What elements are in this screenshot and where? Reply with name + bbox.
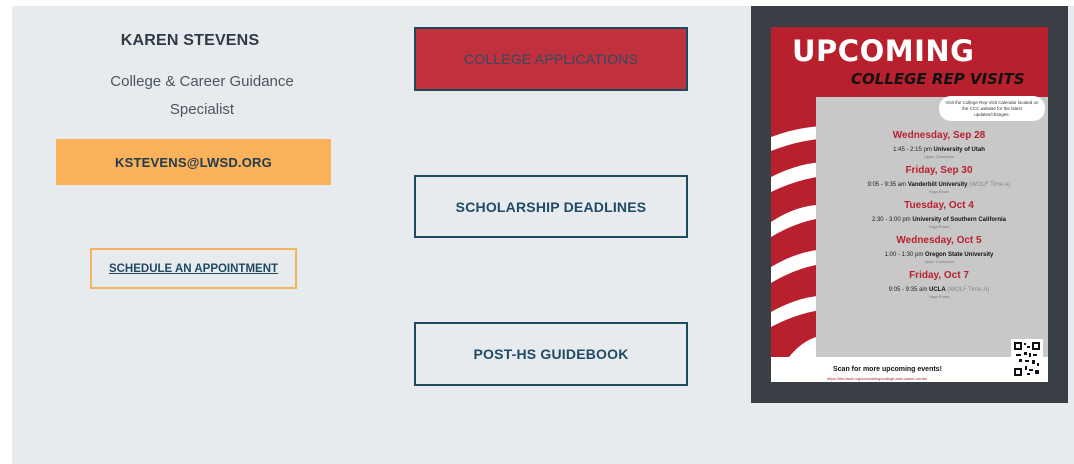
event-time: 1:45 - 2:15 pm: [893, 147, 932, 153]
event-time: 9:05 - 9:35 am: [867, 182, 907, 188]
event-time: 2:30 - 3:00 pm: [871, 217, 911, 223]
counselor-role: College & Career Guidance Specialist: [12, 68, 392, 124]
event-3: Tuesday, Oct 4 2:30 - 3:00 pm University…: [859, 199, 1019, 230]
event-school: Vanderbilt University: [907, 182, 968, 188]
role-line-2: Specialist: [169, 101, 235, 118]
schedule-appointment-link[interactable]: SCHEDULE AN APPOINTMENT: [109, 263, 278, 275]
email-button[interactable]: KSTEVENS@LWSD.ORG: [56, 139, 331, 185]
event-room: Upper Commons: [923, 154, 955, 159]
event-date: Wednesday, Oct 5: [896, 235, 982, 246]
event-1: Wednesday, Sep 28 1:45 - 2:15 pm Univers…: [859, 129, 1019, 160]
scholarship-deadlines-button[interactable]: SCHOLARSHIP DEADLINES: [414, 175, 688, 238]
post-hs-guidebook-button[interactable]: POST-HS GUIDEBOOK: [414, 322, 688, 386]
event-room: Yoga Room: [928, 189, 950, 194]
flyer-footer-url: https://lhs.lwsd.org/counseling/college-…: [827, 376, 928, 381]
event-room: Yoga Room: [928, 294, 950, 299]
event-school: University of Utah: [933, 147, 985, 153]
schedule-appointment-button[interactable]: SCHEDULE AN APPOINTMENT: [90, 248, 297, 289]
event-time: 9:05 - 9:35 am: [888, 287, 928, 293]
role-line-1: College & Career Guidance: [110, 73, 294, 90]
event-date: Tuesday, Oct 4: [904, 200, 974, 211]
flyer-note: Visit the College Rep Visit Calendar loc…: [939, 96, 1045, 121]
flyer-image: UPCOMING COLLEGE REP VISITS Visit the Co…: [771, 27, 1048, 382]
event-5: Friday, Oct 7 9:05 - 9:35 am UCLA (WOLF …: [859, 269, 1019, 300]
qr-code-icon: [1011, 339, 1043, 379]
event-2: Friday, Sep 30 9:05 - 9:35 am Vanderbilt…: [859, 164, 1019, 195]
event-date: Friday, Oct 7: [909, 270, 969, 281]
event-room: Yoga Room: [928, 224, 950, 229]
event-date: Wednesday, Sep 28: [892, 130, 986, 141]
event-school: Oregon State University: [925, 252, 994, 258]
event-time: 1:00 - 1:30 pm: [884, 252, 924, 258]
event-room: Upper Commons: [923, 259, 955, 264]
event-extra: (WOLF Time-A): [947, 287, 990, 293]
flyer-subtitle: COLLEGE REP VISITS: [851, 70, 1025, 88]
event-extra: (WOLF Time A): [969, 182, 1011, 188]
event-4: Wednesday, Oct 5 1:00 - 1:30 pm Oregon S…: [859, 234, 1019, 265]
event-date: Friday, Sep 30: [905, 165, 973, 176]
college-rep-visits-flyer[interactable]: UPCOMING COLLEGE REP VISITS Visit the Co…: [751, 6, 1068, 403]
counselor-name: KAREN STEVENS: [120, 32, 260, 49]
college-applications-button[interactable]: COLLEGE APPLICATIONS: [414, 27, 688, 91]
flyer-title: UPCOMING: [792, 34, 975, 68]
flyer-footer-text: Scan for more upcoming events!: [833, 366, 942, 373]
counselor-panel: KAREN STEVENS College & Career Guidance …: [12, 6, 1074, 464]
event-school: UCLA: [929, 287, 946, 293]
event-school: University of Southern California: [912, 217, 1007, 223]
flyer-events: Wednesday, Sep 28 1:45 - 2:15 pm Univers…: [859, 129, 1019, 304]
